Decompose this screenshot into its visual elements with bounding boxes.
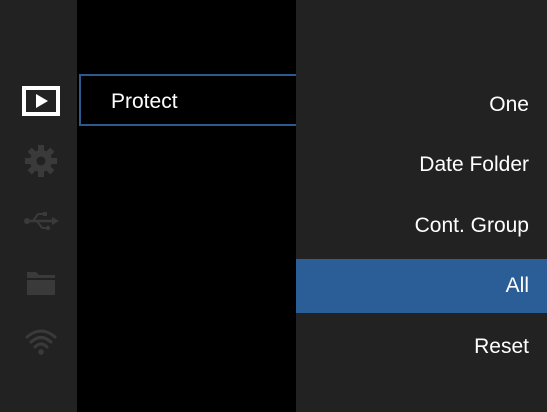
option-reset[interactable]: Reset (296, 320, 547, 374)
option-cont-group[interactable]: Cont. Group (296, 199, 547, 253)
menu-list: Protect (77, 0, 305, 412)
options-panel: One Date Folder Cont. Group All Reset (296, 0, 547, 412)
menu-item-label: Protect (111, 90, 178, 113)
folder-icon[interactable] (21, 262, 61, 302)
playback-icon[interactable] (21, 81, 61, 121)
option-one[interactable]: One (296, 78, 547, 132)
option-date-folder[interactable]: Date Folder (296, 138, 547, 192)
category-sidebar (0, 0, 77, 412)
wifi-icon[interactable] (21, 322, 61, 362)
option-label: Cont. Group (414, 214, 529, 237)
option-all[interactable]: All (296, 259, 547, 313)
gear-icon[interactable] (21, 141, 61, 181)
menu-item-protect[interactable]: Protect (79, 74, 305, 126)
option-label: All (505, 274, 529, 297)
option-label: Date Folder (419, 153, 529, 176)
usb-icon[interactable] (21, 201, 61, 241)
option-label: Reset (474, 335, 529, 358)
option-label: One (489, 93, 529, 116)
